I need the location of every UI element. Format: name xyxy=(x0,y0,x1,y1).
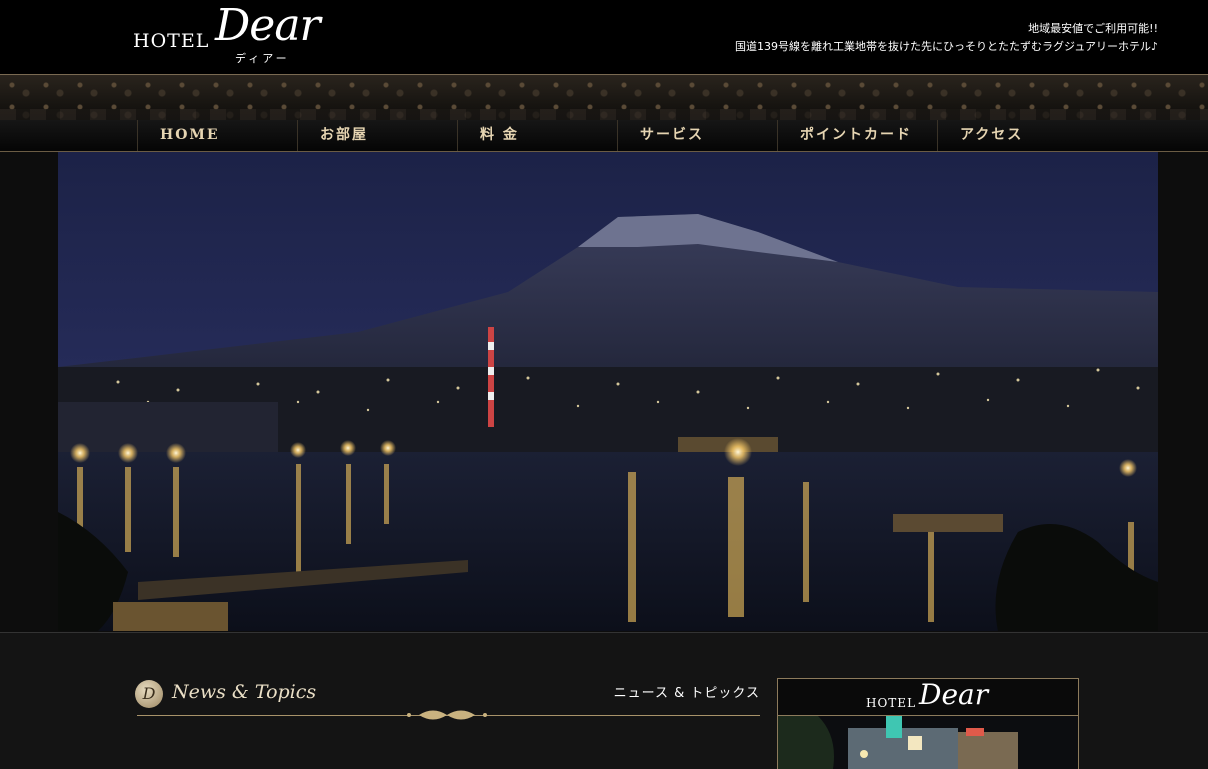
tagline-line-1: 地域最安値でご利用可能!! xyxy=(1028,22,1158,35)
banner-hotel-text: HOTEL xyxy=(866,696,917,710)
hotel-exterior-photo xyxy=(778,716,1078,769)
logo-kana-text: ディアー xyxy=(235,52,290,65)
nav-item-label: 料 金 xyxy=(480,127,519,143)
nav-item-label: サービス xyxy=(640,127,704,143)
ornament-band xyxy=(0,74,1208,121)
hero-section xyxy=(0,152,1208,633)
news-topics-header: D News & Topics ニュース & トピックス xyxy=(135,677,760,737)
nav-item-label: お部屋 xyxy=(320,127,368,143)
main-nav: HOME お部屋 料 金 サービス ポイントカード アクセス xyxy=(0,120,1208,152)
nav-item-access[interactable]: アクセス xyxy=(937,120,1098,151)
hero-night-harbor-image xyxy=(58,152,1158,631)
logo-hotel-text: HOTEL xyxy=(133,30,210,52)
hotel-banner[interactable]: HOTEL Dear xyxy=(777,678,1079,769)
news-title: News & Topics xyxy=(172,681,317,703)
nav-item-price[interactable]: 料 金 xyxy=(457,120,618,151)
banner-header: HOTEL Dear xyxy=(778,679,1078,716)
nav-item-rooms[interactable]: お部屋 xyxy=(297,120,458,151)
nav-item-pointcard[interactable]: ポイントカード xyxy=(777,120,938,151)
nav-item-service[interactable]: サービス xyxy=(617,120,778,151)
site-header: HOTEL Dear ディアー 地域最安値でご利用可能!! 国道139号線を離れ… xyxy=(0,0,1208,74)
hotel-logo[interactable]: HOTEL Dear ディアー xyxy=(133,0,333,68)
nav-item-label: アクセス xyxy=(960,127,1024,143)
nav-item-label: HOME xyxy=(160,127,220,143)
nav-item-home[interactable]: HOME xyxy=(137,120,298,151)
header-tagline: 地域最安値でご利用可能!! 国道139号線を離れ工業地帯を抜けた先にひっそりとた… xyxy=(735,20,1158,56)
tagline-line-2: 国道139号線を離れ工業地帯を抜けた先にひっそりとたたずむラグジュアリーホテル♪ xyxy=(734,40,1158,53)
news-badge-icon: D xyxy=(135,680,163,708)
nav-item-label: ポイントカード xyxy=(800,127,912,143)
news-title-kana: ニュース & トピックス xyxy=(613,686,760,701)
logo-dear-text: Dear xyxy=(215,0,321,51)
ornament-icon xyxy=(407,710,487,720)
banner-dear-text: Dear xyxy=(919,678,989,711)
